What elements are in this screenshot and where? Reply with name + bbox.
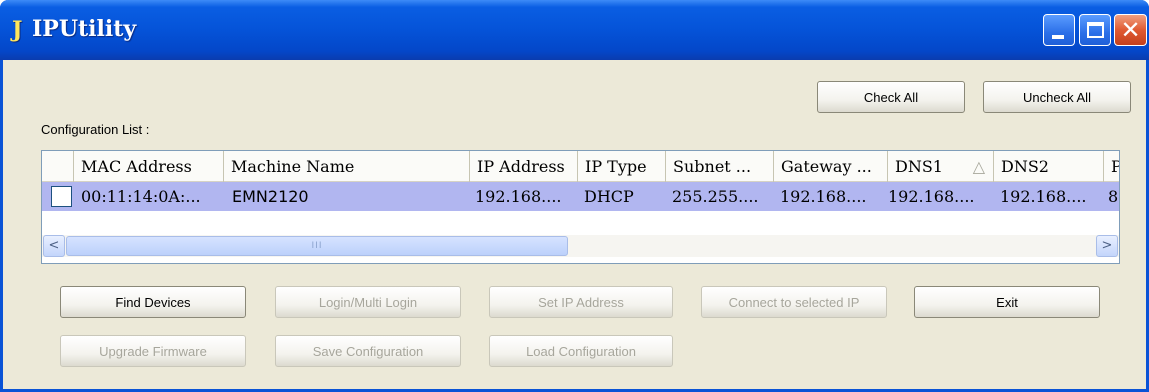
column-header-ip-address[interactable]: IP Address: [470, 151, 578, 182]
save-configuration-button[interactable]: Save Configuration: [275, 335, 461, 367]
cell-ip-type: DHCP: [584, 187, 634, 206]
upgrade-firmware-button[interactable]: Upgrade Firmware: [60, 335, 246, 367]
row-checkbox[interactable]: [51, 186, 72, 207]
table-row[interactable]: 00:11:14:0A:... EMN2120 192.168.... DHCP…: [42, 182, 1119, 211]
column-header-port[interactable]: P: [1104, 151, 1119, 182]
minimize-button[interactable]: [1043, 14, 1075, 46]
app-window: J IPUtility ✕ Configuration List : Check…: [0, 0, 1149, 392]
app-logo-icon: J: [12, 17, 23, 43]
maximize-button[interactable]: [1079, 14, 1111, 46]
connect-to-selected-ip-button[interactable]: Connect to selected IP: [701, 286, 887, 318]
window-title: IPUtility: [32, 16, 137, 42]
column-header-dns2[interactable]: DNS2: [994, 151, 1104, 182]
column-header-mac-address[interactable]: MAC Address: [74, 151, 224, 182]
load-configuration-button[interactable]: Load Configuration: [489, 335, 673, 367]
cell-subnet: 255.255....: [672, 187, 759, 206]
column-header-gateway[interactable]: Gateway ...: [774, 151, 888, 182]
close-icon: ✕: [1120, 16, 1141, 44]
chevron-left-icon: <: [48, 238, 60, 253]
cell-dns1: 192.168....: [888, 187, 975, 206]
column-header-machine-name[interactable]: Machine Name: [224, 151, 470, 182]
list-header: MAC Address Machine Name IP Address IP T…: [42, 151, 1119, 182]
scroll-right-button[interactable]: >: [1096, 235, 1118, 257]
configuration-list[interactable]: MAC Address Machine Name IP Address IP T…: [41, 150, 1120, 264]
checkbox-column-header[interactable]: [42, 151, 74, 182]
uncheck-all-button[interactable]: Uncheck All: [983, 81, 1131, 113]
exit-button[interactable]: Exit: [914, 286, 1100, 318]
cell-port: 80: [1108, 187, 1119, 206]
maximize-icon: [1087, 22, 1104, 38]
column-header-dns1[interactable]: DNS1 △: [888, 151, 994, 182]
column-header-dns1-label: DNS1: [895, 157, 943, 176]
login-multi-login-button[interactable]: Login/Multi Login: [275, 286, 461, 318]
close-button[interactable]: ✕: [1114, 14, 1147, 46]
cell-ip-address: 192.168....: [475, 187, 562, 206]
configuration-list-label: Configuration List :: [41, 122, 150, 137]
chevron-right-icon: >: [1101, 238, 1113, 253]
check-all-button[interactable]: Check All: [817, 81, 965, 113]
cell-gateway: 192.168....: [780, 187, 867, 206]
scroll-left-button[interactable]: <: [43, 235, 65, 257]
cell-machine-name: EMN2120: [232, 187, 309, 206]
find-devices-button[interactable]: Find Devices: [60, 286, 246, 318]
grip-icon: III: [311, 241, 323, 251]
set-ip-address-button[interactable]: Set IP Address: [489, 286, 673, 318]
column-header-ip-type[interactable]: IP Type: [578, 151, 666, 182]
horizontal-scrollbar[interactable]: < III >: [42, 235, 1119, 257]
cell-dns2: 192.168....: [1000, 187, 1087, 206]
minimize-icon: [1052, 35, 1064, 39]
title-bar[interactable]: J IPUtility ✕: [0, 0, 1149, 60]
column-header-subnet[interactable]: Subnet ...: [666, 151, 774, 182]
scrollbar-thumb[interactable]: III: [66, 236, 568, 256]
sort-ascending-icon: △: [972, 157, 985, 176]
cell-mac-address: 00:11:14:0A:...: [81, 187, 201, 206]
